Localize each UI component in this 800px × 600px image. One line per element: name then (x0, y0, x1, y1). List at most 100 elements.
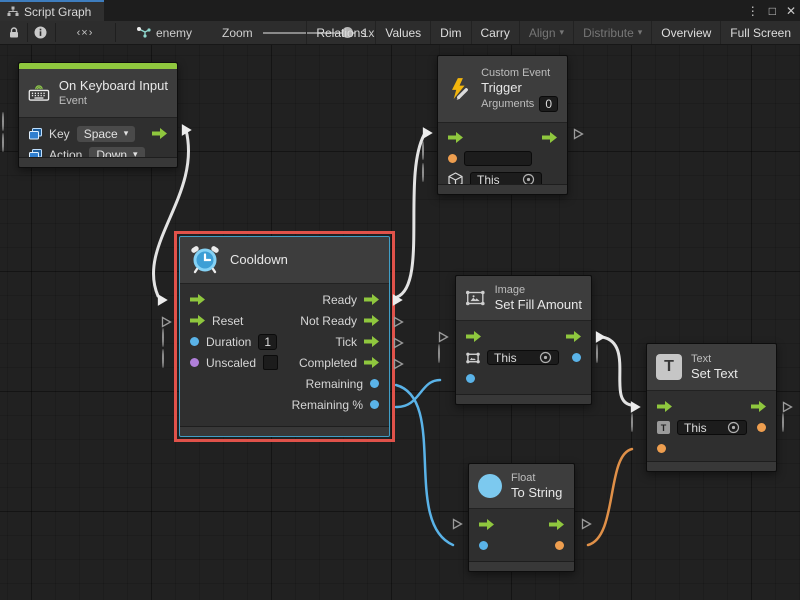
key-dropdown[interactable]: Space▾ (77, 126, 136, 142)
flow-arrow-icon (479, 519, 494, 530)
node-footer (647, 461, 776, 471)
tick-port-label: Tick (335, 335, 357, 349)
graph-target-breadcrumb[interactable]: enemy (136, 21, 192, 44)
flow-arrow-icon (364, 336, 379, 347)
carry-button[interactable]: Carry (471, 21, 519, 44)
node-title: Cooldown (230, 252, 288, 268)
custom-event-trigger-input-port[interactable] (421, 126, 434, 140)
node-footer (469, 561, 574, 571)
wire-tostring-to-settext[interactable] (588, 449, 632, 545)
cooldown-ready-output-port[interactable] (391, 293, 404, 307)
node-image-set-fill-amount[interactable]: Image Set Fill Amount This (455, 275, 592, 405)
lock-icon (8, 26, 20, 39)
target-object-field[interactable]: This (487, 350, 559, 365)
node-type: Image (495, 283, 582, 297)
string-port-dot[interactable] (757, 423, 766, 432)
window-menu-icon[interactable]: ⋮ (747, 4, 759, 18)
node-on-keyboard-input[interactable]: On Keyboard Input Event Key Space▾ Actio… (18, 62, 178, 168)
dim-button[interactable]: Dim (430, 21, 470, 44)
fullscreen-button[interactable]: Full Screen (720, 21, 800, 44)
node-footer (456, 394, 591, 404)
overview-button[interactable]: Overview (651, 21, 720, 44)
relations-button[interactable]: Relations (306, 21, 375, 44)
flow-arrow-icon (152, 128, 167, 139)
node-subtitle: Event (59, 94, 168, 108)
settext-exit-output-port[interactable] (782, 401, 793, 413)
cooldown-tick-output-port[interactable] (393, 337, 404, 349)
alarm-clock-icon (189, 245, 221, 275)
close-icon[interactable]: ✕ (786, 4, 796, 18)
image-enter-input-port[interactable] (438, 331, 449, 343)
code-icon: ‹×› (77, 27, 94, 39)
distribute-dropdown[interactable]: Distribute▾ (573, 21, 651, 44)
cooldown-enter-input-port[interactable] (156, 293, 169, 307)
float-port-dot[interactable] (572, 353, 581, 362)
text-icon: T (656, 354, 682, 380)
duration-field[interactable]: 1 (258, 334, 277, 350)
enum-icon (29, 128, 42, 140)
tostring-enter-input-port[interactable] (452, 518, 463, 530)
node-title: Set Text (691, 366, 738, 382)
graph-canvas[interactable]: On Keyboard Input Event Key Space▾ Actio… (0, 45, 800, 600)
target-object-field[interactable]: This (677, 420, 747, 435)
chevron-down-icon: ▾ (124, 129, 129, 138)
maximize-icon[interactable]: □ (769, 4, 776, 18)
flow-arrow-icon (566, 331, 581, 342)
cooldown-completed-output-port[interactable] (393, 358, 404, 370)
flow-arrow-icon (549, 519, 564, 530)
cooldown-not-ready-output-port[interactable] (393, 316, 404, 328)
lock-button[interactable] (2, 21, 26, 44)
flow-arrow-icon (364, 357, 379, 368)
tostring-exit-output-port[interactable] (581, 518, 592, 530)
event-name-field[interactable] (464, 151, 532, 166)
graph-node-icon (136, 26, 151, 39)
align-dropdown[interactable]: Align▾ (519, 21, 573, 44)
duration-port-label: Duration (206, 335, 251, 349)
wire-image-to-settext[interactable] (602, 337, 631, 405)
wire-remainingpct-to-fillamount[interactable] (396, 380, 440, 407)
values-button[interactable]: Values (375, 21, 430, 44)
arguments-field[interactable]: 0 (539, 96, 558, 112)
info-button[interactable] (28, 21, 52, 44)
code-view-button[interactable]: ‹×› (56, 21, 114, 44)
completed-port-label: Completed (299, 356, 357, 370)
graph-target-name: enemy (156, 26, 192, 40)
float-port-dot[interactable] (370, 400, 379, 409)
string-port-dot[interactable] (657, 444, 666, 453)
tab-title: Script Graph (24, 5, 91, 19)
custom-event-icon (447, 74, 472, 104)
node-title: Trigger (481, 80, 558, 96)
float-port-dot[interactable] (479, 541, 488, 550)
node-cooldown[interactable]: Cooldown Ready Reset Not Ready Duration … (179, 236, 390, 437)
string-port-dot[interactable] (555, 541, 564, 550)
unscaled-checkbox[interactable] (263, 355, 278, 370)
bool-port-dot[interactable] (190, 358, 199, 367)
object-picker-icon[interactable] (539, 351, 552, 364)
object-picker-icon[interactable] (727, 421, 740, 434)
flow-arrow-icon (657, 401, 672, 412)
float-port-dot[interactable] (190, 337, 199, 346)
image-exit-output-port[interactable] (594, 330, 607, 344)
node-footer (180, 426, 389, 436)
settext-enter-input-port[interactable] (629, 400, 642, 414)
keyboard-trigger-output-port[interactable] (180, 123, 193, 137)
node-float-to-string[interactable]: Float To String (468, 463, 575, 572)
float-port-dot[interactable] (370, 379, 379, 388)
node-text-set-text[interactable]: T Text Set Text T This (646, 343, 777, 472)
keyboard-icon (28, 80, 50, 106)
key-port-label: Key (49, 127, 70, 141)
node-trigger-custom-event[interactable]: Custom Event Trigger Arguments 0 (437, 55, 568, 195)
float-icon (478, 474, 502, 498)
tab-script-graph[interactable]: Script Graph (0, 0, 104, 21)
cooldown-reset-input-port[interactable] (161, 316, 172, 328)
wire-cooldown-ready-to-trigger[interactable] (397, 135, 424, 297)
string-port-dot[interactable] (448, 154, 457, 163)
wire-remaining-to-tostring[interactable] (396, 385, 453, 545)
float-port-dot[interactable] (466, 374, 475, 383)
titlebar: Script Graph ⋮ □ ✕ (0, 0, 800, 21)
flow-arrow-icon (751, 401, 766, 412)
custom-event-trigger-output-port[interactable] (573, 128, 584, 140)
node-footer (438, 184, 567, 194)
chevron-down-icon: ▾ (638, 28, 643, 37)
remaining-port-label: Remaining (306, 377, 363, 391)
